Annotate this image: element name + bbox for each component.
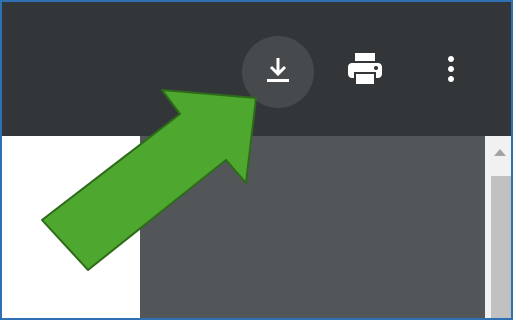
scroll-up-button[interactable] — [485, 136, 511, 170]
scrollbar-thumb[interactable] — [491, 176, 511, 318]
download-button[interactable] — [242, 36, 314, 108]
pdf-viewer-background — [140, 136, 485, 318]
print-button[interactable] — [336, 42, 394, 100]
pdf-page — [2, 142, 140, 318]
screenshot-frame — [0, 0, 513, 320]
download-icon — [263, 55, 293, 90]
more-vertical-icon — [446, 54, 456, 89]
triangle-up-icon — [493, 144, 507, 162]
scrollbar[interactable] — [485, 136, 511, 318]
printer-icon — [347, 52, 383, 91]
more-options-button[interactable] — [428, 42, 474, 100]
pdf-toolbar — [2, 2, 511, 136]
